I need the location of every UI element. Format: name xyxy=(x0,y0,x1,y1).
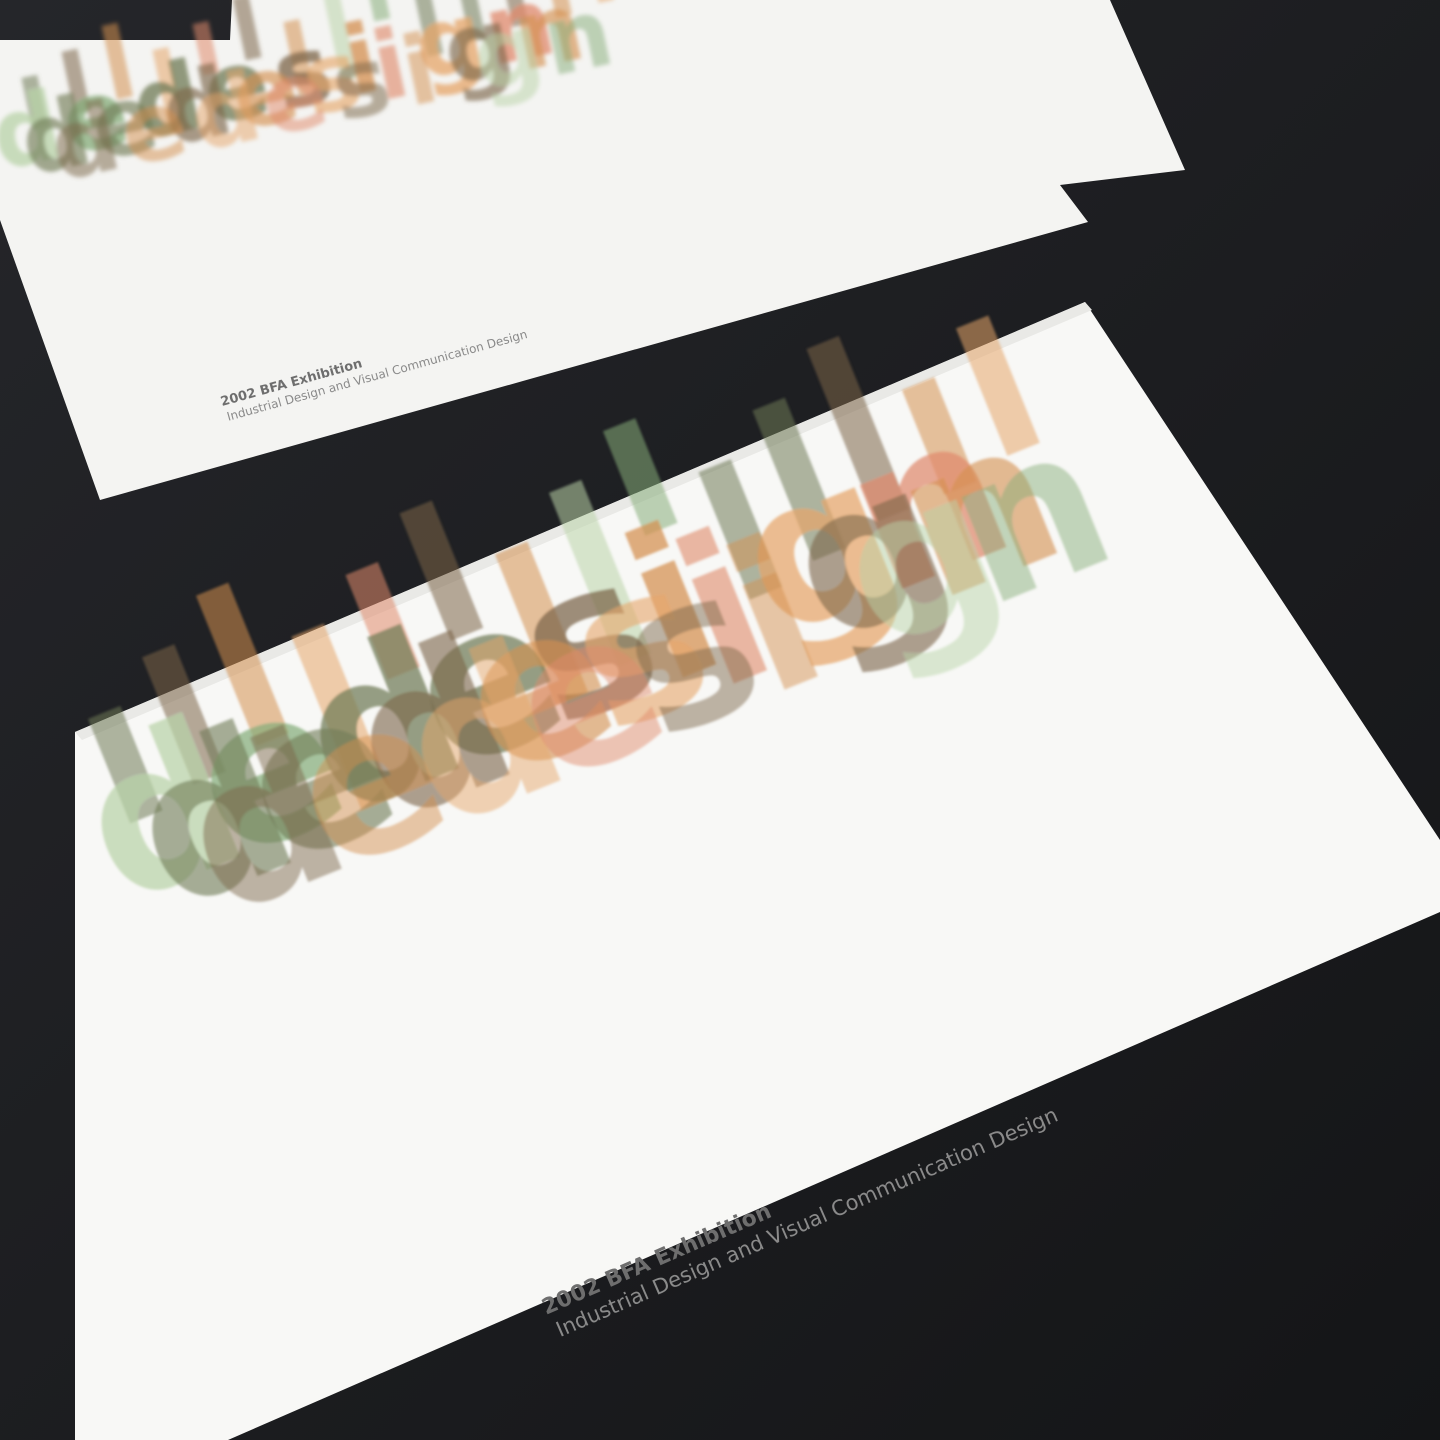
photo-scene: dedesi gndedesi gndedesi gn 2002 BFA Exhibi… xyxy=(0,0,1440,1440)
